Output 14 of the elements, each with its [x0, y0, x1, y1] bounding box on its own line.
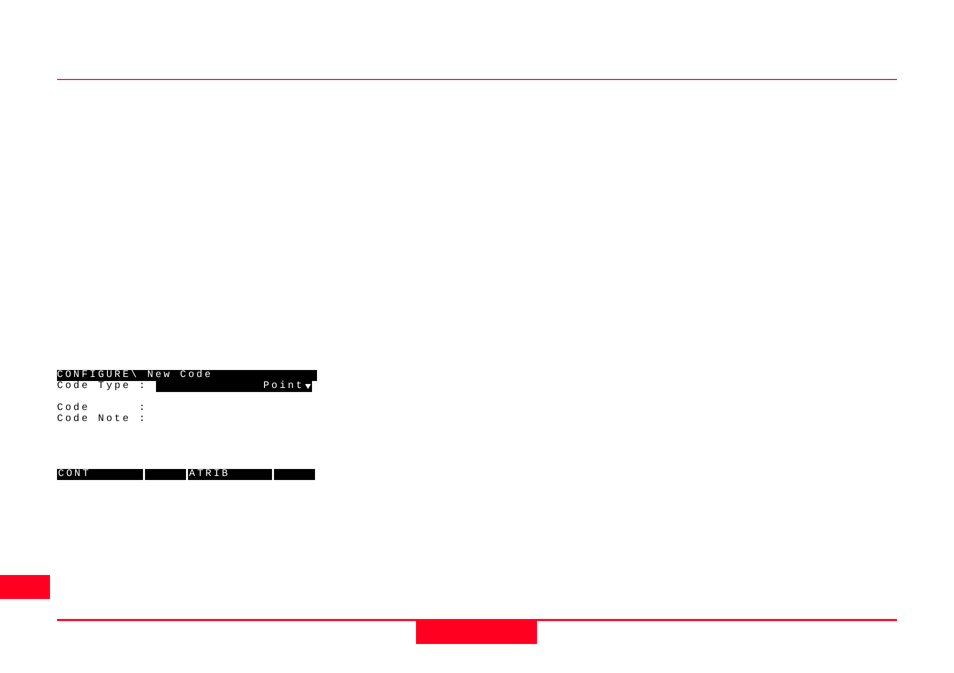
blank-softkey[interactable]	[143, 469, 186, 480]
caret-icon	[305, 384, 312, 389]
field-separator: :	[139, 414, 148, 425]
field-label: Code	[57, 403, 91, 414]
chapter-marker-bar	[0, 575, 50, 599]
softkey[interactable]: CONT	[57, 469, 143, 480]
screen-title: CONFIGURE\ New Code	[57, 370, 317, 381]
field-label: Code Type	[57, 381, 132, 392]
field-separator: :	[139, 403, 148, 414]
softkey[interactable]: ATRIB	[186, 469, 272, 480]
field-separator: :	[139, 381, 148, 392]
field-label: Code Note	[57, 414, 132, 425]
code-type-dropdown[interactable]: Point	[156, 381, 312, 392]
blank-softkey[interactable]	[272, 469, 315, 480]
